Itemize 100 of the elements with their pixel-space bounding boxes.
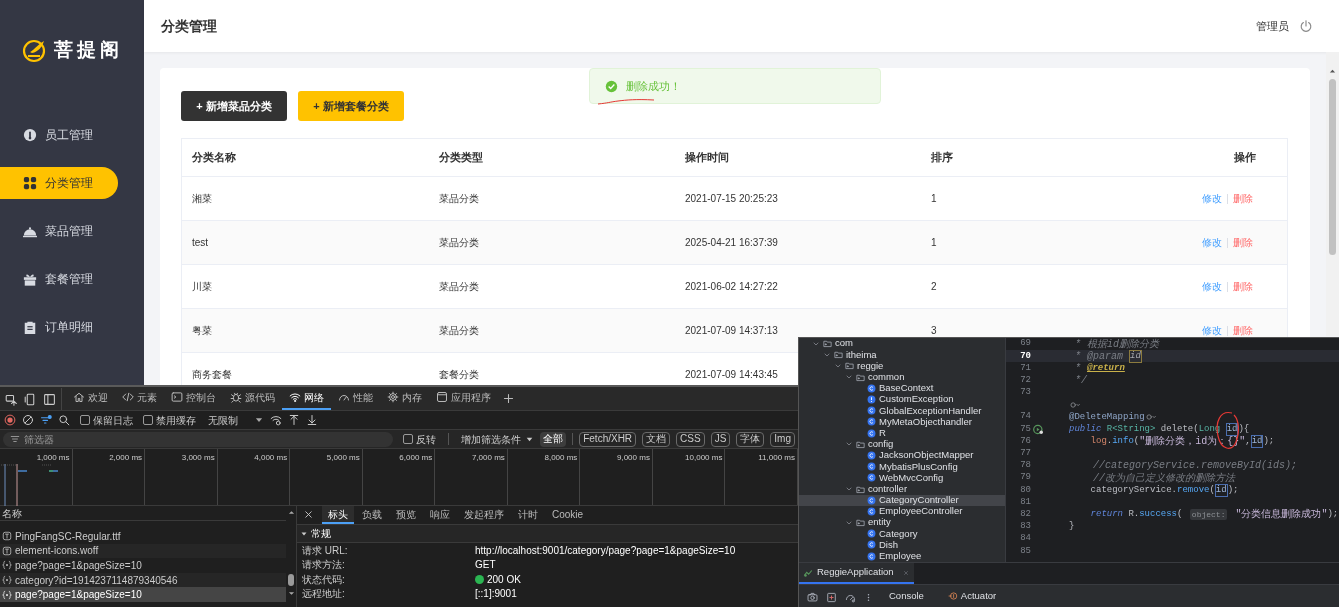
timeline-tick-label: 7,000 ms bbox=[471, 452, 505, 462]
run-tab[interactable]: ReggieApplication bbox=[799, 563, 914, 584]
line-number: 78 bbox=[1019, 459, 1031, 473]
tree-item[interactable]: common bbox=[799, 371, 1005, 383]
filter-input[interactable]: 筛选器 bbox=[3, 431, 394, 447]
table-cell-text: 1 bbox=[930, 192, 937, 206]
nav-item[interactable]: 订单明细 bbox=[0, 311, 118, 343]
tool-window-tab[interactable]: Actuator bbox=[939, 585, 1005, 607]
nav-item[interactable]: 菜品管理 bbox=[0, 215, 118, 247]
header-label: 请求方法: bbox=[301, 558, 346, 573]
code-token: success bbox=[1139, 509, 1178, 521]
tool-window-tab[interactable]: Console bbox=[881, 585, 932, 607]
tree-item[interactable]: GlobalExceptionHandler bbox=[799, 405, 1005, 417]
throttle-select[interactable]: 无限制 bbox=[208, 412, 238, 428]
line-number: 80 bbox=[1019, 483, 1031, 497]
code-token: * 根据id删除分类 bbox=[1074, 338, 1159, 350]
header-label: 状态代码: bbox=[301, 572, 346, 587]
tree-item[interactable]: reggie bbox=[799, 360, 1005, 372]
section-header[interactable]: 常规 bbox=[297, 525, 798, 543]
type-filter-chip[interactable]: 文档 bbox=[642, 431, 671, 447]
column-header: 排序 bbox=[930, 150, 953, 166]
detail-tab[interactable]: 计时 bbox=[512, 506, 544, 524]
user-name: 管理员 bbox=[1256, 18, 1289, 34]
timeline-tick-label: 1,000 ms bbox=[36, 452, 70, 462]
code-token: object: bbox=[1189, 509, 1228, 521]
code-token: delete( bbox=[1159, 423, 1199, 435]
tree-item[interactable]: itheima bbox=[799, 349, 1005, 361]
devtools-tab[interactable]: 元素 bbox=[115, 387, 164, 410]
code-token: id bbox=[1214, 483, 1228, 497]
line-number: 79 bbox=[1019, 471, 1031, 485]
code-token: * @param bbox=[1074, 350, 1124, 362]
tree-item[interactable]: Employee bbox=[799, 550, 1005, 562]
table-cell-text: 商务套餐 bbox=[191, 368, 232, 382]
detail-tab[interactable]: 标头 bbox=[322, 506, 354, 524]
tree-item[interactable]: R bbox=[799, 427, 1005, 439]
tree-item[interactable]: controller bbox=[799, 483, 1005, 495]
code-token: id bbox=[1129, 349, 1142, 363]
devtools-tab[interactable]: 欢迎 bbox=[66, 387, 115, 410]
devtools-tab[interactable]: 控制台 bbox=[164, 387, 223, 410]
code-token: id bbox=[1225, 422, 1239, 436]
table-cell-text: 菜品分类 bbox=[438, 236, 479, 250]
type-filter-chip[interactable]: JS bbox=[710, 431, 731, 447]
code-token: "分类信息删除成功" bbox=[1234, 509, 1328, 521]
timeline-tick-label: 11,000 ms bbox=[758, 452, 795, 462]
tree-item[interactable]: entity bbox=[799, 517, 1005, 529]
add-filter-button[interactable]: 增加筛选条件 bbox=[461, 431, 535, 447]
line-number: 85 bbox=[1019, 544, 1031, 558]
code-token: . bbox=[1106, 436, 1113, 448]
add-category-button[interactable]: + 新增菜品分类 bbox=[181, 91, 287, 121]
devtools-tab[interactable]: 应用程序 bbox=[429, 387, 498, 410]
table-cell-text: 套餐分类 bbox=[438, 368, 479, 382]
timeline-tick-label: 5,000 ms bbox=[326, 452, 360, 462]
timeline-tick-label: 2,000 ms bbox=[109, 452, 143, 462]
table-cell-text: test bbox=[191, 236, 209, 250]
detail-tab[interactable]: Cookie bbox=[546, 506, 590, 524]
tree-item[interactable]: com bbox=[799, 338, 1005, 350]
toast-message: 删除成功！ bbox=[626, 78, 681, 94]
code-token: ( bbox=[1133, 436, 1140, 448]
header-value: http://localhost:9001/category/page?page=1&pageSize=10 bbox=[475, 543, 736, 558]
devtools-tab[interactable]: 内存 bbox=[380, 387, 429, 410]
nav-item[interactable]: 员工管理 bbox=[0, 119, 118, 151]
tree-item[interactable]: BaseContext bbox=[799, 382, 1005, 394]
add-category-button[interactable]: + 新增套餐分类 bbox=[298, 91, 404, 121]
type-filter-chip[interactable]: 字体 bbox=[736, 431, 765, 447]
tree-item[interactable]: JacksonObjectMapper bbox=[799, 449, 1005, 462]
type-filter-chip[interactable]: CSS bbox=[676, 431, 705, 447]
tree-item[interactable]: Category bbox=[799, 528, 1005, 540]
table-cell-text: 菜品分类 bbox=[438, 324, 479, 338]
table-cell-text: 1 bbox=[930, 236, 937, 250]
type-filter-chip[interactable]: Img bbox=[770, 431, 795, 447]
tree-item[interactable]: EmployeeController bbox=[799, 505, 1005, 517]
nav-item[interactable]: 套餐管理 bbox=[0, 263, 118, 295]
nav-item[interactable]: 分类管理 bbox=[0, 167, 118, 199]
devtools-tab[interactable]: 性能 bbox=[331, 387, 380, 410]
type-filter-chip[interactable]: Fetch/XHR bbox=[579, 431, 637, 447]
request-row[interactable]: page?page=1&pageSize=10 bbox=[0, 587, 286, 602]
tree-item[interactable]: CustomException bbox=[799, 393, 1005, 406]
type-filter-chip[interactable]: 全部 bbox=[540, 431, 567, 447]
column-header: 操作 bbox=[1233, 150, 1256, 166]
detail-tab[interactable]: 发起程序 bbox=[458, 506, 510, 524]
timeline-tick-label: 3,000 ms bbox=[181, 452, 215, 462]
detail-tab[interactable]: 负载 bbox=[356, 506, 388, 524]
tree-item[interactable]: MybatisPlusConfig bbox=[799, 461, 1005, 473]
tree-item[interactable]: WebMvcConfig bbox=[799, 472, 1005, 484]
devtools-tab[interactable]: 源代码 bbox=[223, 387, 282, 410]
line-number: 75 bbox=[1019, 422, 1031, 436]
tree-item[interactable]: Dish bbox=[799, 539, 1005, 551]
code-token: return bbox=[1089, 509, 1123, 521]
line-number: 77 bbox=[1019, 447, 1031, 461]
tree-item[interactable]: config bbox=[799, 438, 1005, 450]
code-token: } bbox=[1069, 521, 1075, 533]
tree-item[interactable]: MyMetaObjecthandler bbox=[799, 416, 1005, 428]
detail-tab[interactable]: 响应 bbox=[424, 506, 456, 524]
line-number: 84 bbox=[1019, 532, 1031, 546]
tree-item[interactable]: CategoryController bbox=[799, 494, 1005, 506]
devtools-tab[interactable]: 网络 bbox=[282, 387, 331, 410]
timeline-tick-label: 6,000 ms bbox=[399, 452, 433, 462]
table-cell-text: 川菜 bbox=[191, 280, 212, 294]
detail-tab[interactable]: 预览 bbox=[390, 506, 422, 524]
table-cell-text: 2021-07-09 14:37:13 bbox=[684, 324, 778, 338]
